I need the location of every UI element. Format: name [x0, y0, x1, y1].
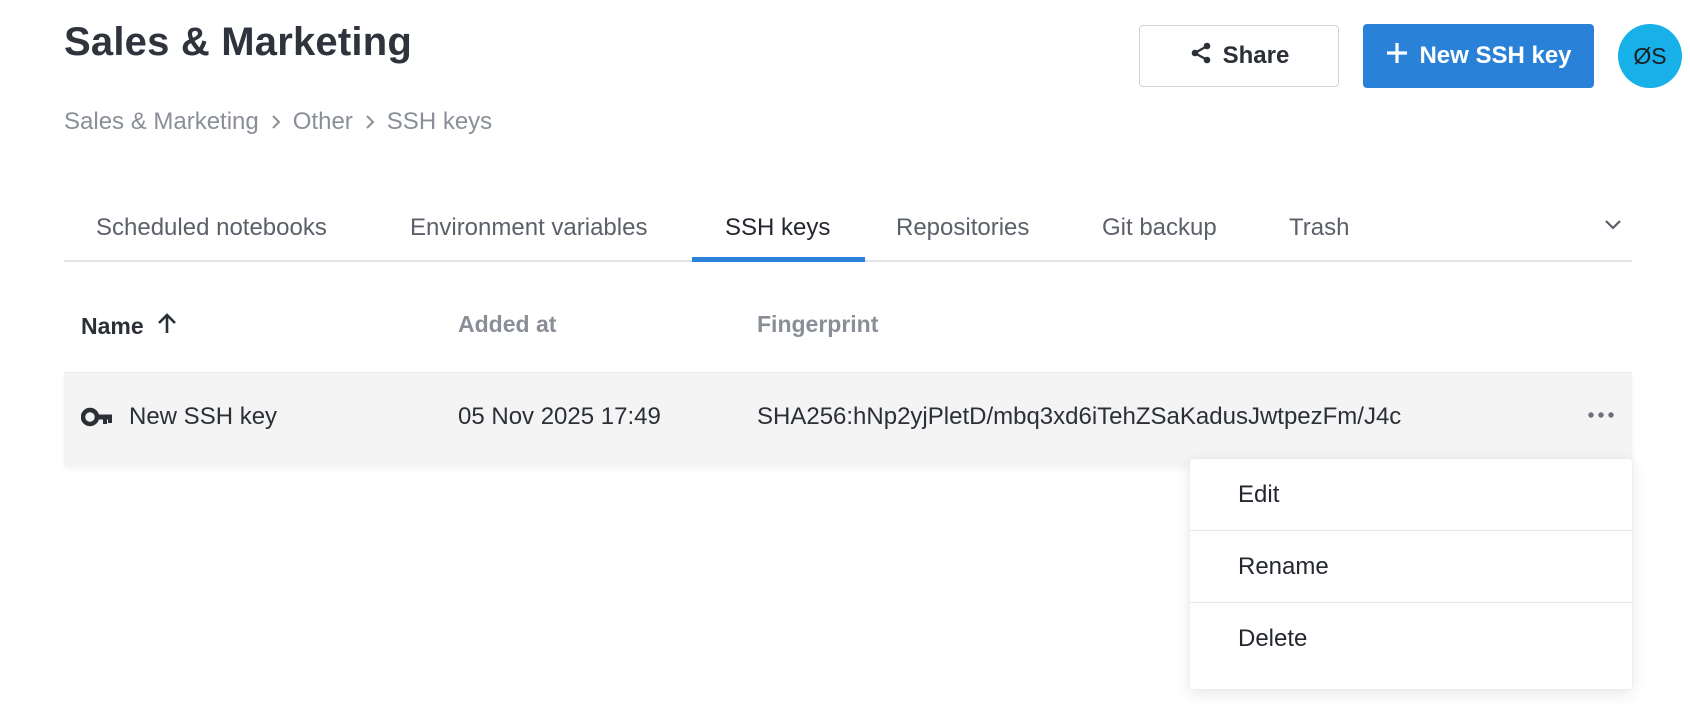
- menu-item-delete[interactable]: Delete: [1190, 603, 1632, 675]
- page-title: Sales & Marketing: [64, 20, 412, 64]
- tab-repositories[interactable]: Repositories: [896, 190, 1029, 262]
- share-button[interactable]: Share: [1139, 25, 1339, 87]
- table-header: Name Added at Fingerprint: [64, 295, 1632, 355]
- sort-ascending-icon: [156, 311, 178, 341]
- tab-bar: Scheduled notebooks Environment variable…: [64, 190, 1632, 262]
- column-header-label: Name: [81, 312, 144, 339]
- column-header-added-at[interactable]: Added at: [458, 311, 556, 338]
- ssh-key-fingerprint: SHA256:hNp2yjPletD/mbq3xd6iTehZSaKadusJw…: [757, 403, 1402, 430]
- breadcrumb: Sales & Marketing Other SSH keys: [64, 108, 492, 136]
- tab-git-backup[interactable]: Git backup: [1102, 190, 1217, 262]
- plus-icon: [1385, 41, 1409, 72]
- column-header-fingerprint[interactable]: Fingerprint: [757, 311, 878, 338]
- share-button-label: Share: [1222, 42, 1290, 69]
- ssh-key-added-at: 05 Nov 2025 17:49: [458, 403, 661, 430]
- header-actions: Share New SSH key ØS: [1139, 24, 1682, 88]
- menu-item-edit[interactable]: Edit: [1190, 459, 1632, 531]
- tab-environment-variables[interactable]: Environment variables: [410, 190, 647, 262]
- column-header-label: Fingerprint: [757, 311, 879, 337]
- breadcrumb-item-workspace[interactable]: Sales & Marketing: [64, 108, 259, 136]
- new-ssh-key-button[interactable]: New SSH key: [1363, 24, 1594, 88]
- chevron-right-icon: [269, 113, 283, 131]
- breadcrumb-item-other[interactable]: Other: [293, 108, 353, 136]
- breadcrumb-item-current: SSH keys: [386, 108, 493, 135]
- more-options-icon[interactable]: [1586, 403, 1616, 434]
- share-icon: [1189, 41, 1213, 72]
- tab-ssh-keys[interactable]: SSH keys: [725, 190, 830, 262]
- menu-item-rename[interactable]: Rename: [1190, 531, 1632, 603]
- column-header-name[interactable]: Name: [81, 311, 178, 341]
- key-icon: [80, 406, 113, 434]
- avatar-initials: ØS: [1633, 42, 1667, 69]
- avatar[interactable]: ØS: [1618, 24, 1682, 88]
- chevron-down-icon[interactable]: [1602, 214, 1624, 241]
- chevron-right-icon: [363, 113, 377, 131]
- tab-trash[interactable]: Trash: [1289, 190, 1349, 262]
- tab-scheduled-notebooks[interactable]: Scheduled notebooks: [96, 190, 327, 262]
- column-header-label: Added at: [458, 311, 557, 337]
- new-ssh-key-button-label: New SSH key: [1419, 42, 1572, 69]
- row-context-menu: Edit Rename Delete: [1190, 459, 1632, 689]
- table-row[interactable]: New SSH key 05 Nov 2025 17:49 SHA256:hNp…: [64, 372, 1632, 466]
- active-tab-indicator: [692, 257, 865, 262]
- ssh-key-name: New SSH key: [129, 403, 278, 430]
